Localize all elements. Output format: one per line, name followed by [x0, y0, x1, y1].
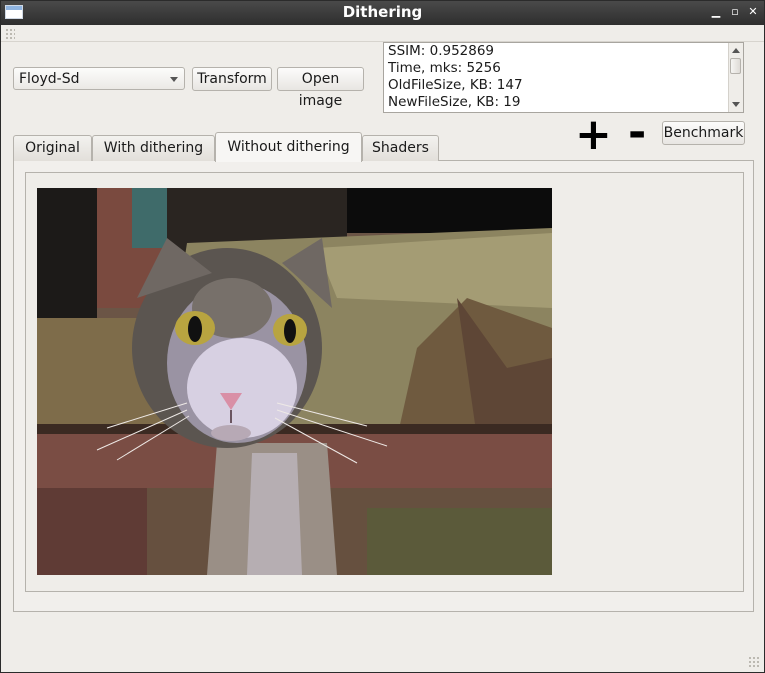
window-title: Dithering: [342, 3, 423, 21]
tab-shaders[interactable]: Shaders: [362, 135, 439, 161]
title-bar[interactable]: Dithering ▁ ▫ ✕: [1, 1, 764, 25]
algorithm-select[interactable]: Floyd-Sd: [13, 67, 185, 90]
open-image-button[interactable]: Open image: [277, 67, 364, 109]
transform-button[interactable]: Transform: [192, 67, 272, 91]
scroll-down-icon[interactable]: [732, 102, 740, 107]
cat-photo-illustration: [37, 188, 552, 575]
tab-original[interactable]: Original: [13, 135, 92, 161]
stats-textbox[interactable]: SSIM: 0.952869 Time, mks: 5256 OldFileSi…: [383, 42, 744, 113]
maximize-icon[interactable]: ▫: [727, 4, 743, 20]
minimize-icon[interactable]: ▁: [708, 4, 724, 20]
benchmark-button[interactable]: Benchmark: [662, 121, 745, 145]
dithered-cat-image: [37, 188, 552, 575]
toolbar-grip[interactable]: [5, 28, 15, 40]
window-resize-grip[interactable]: [748, 656, 760, 668]
stats-line-time: Time, mks: 5256: [388, 60, 501, 76]
stats-line-old-size: OldFileSize, KB: 147: [388, 77, 523, 93]
scroll-up-icon[interactable]: [732, 48, 740, 53]
close-icon[interactable]: ✕: [745, 4, 761, 20]
zoom-out-button[interactable]: -: [628, 111, 646, 155]
tab-with-dithering[interactable]: With dithering: [92, 135, 215, 161]
zoom-in-button[interactable]: +: [575, 113, 612, 157]
main-window: Dithering ▁ ▫ ✕ Floyd-Sd Transform Open …: [0, 0, 765, 673]
chevron-down-icon: [170, 77, 178, 82]
stats-lines: SSIM: 0.952869 Time, mks: 5256 OldFileSi…: [388, 43, 523, 111]
stats-line-ssim: SSIM: 0.952869: [388, 43, 495, 59]
algorithm-select-value: Floyd-Sd: [19, 71, 80, 87]
tab-without-dithering[interactable]: Without dithering: [215, 132, 362, 162]
stats-scrollbar[interactable]: [728, 43, 743, 112]
scroll-thumb[interactable]: [730, 58, 741, 74]
stats-line-new-size: NewFileSize, KB: 19: [388, 94, 521, 110]
